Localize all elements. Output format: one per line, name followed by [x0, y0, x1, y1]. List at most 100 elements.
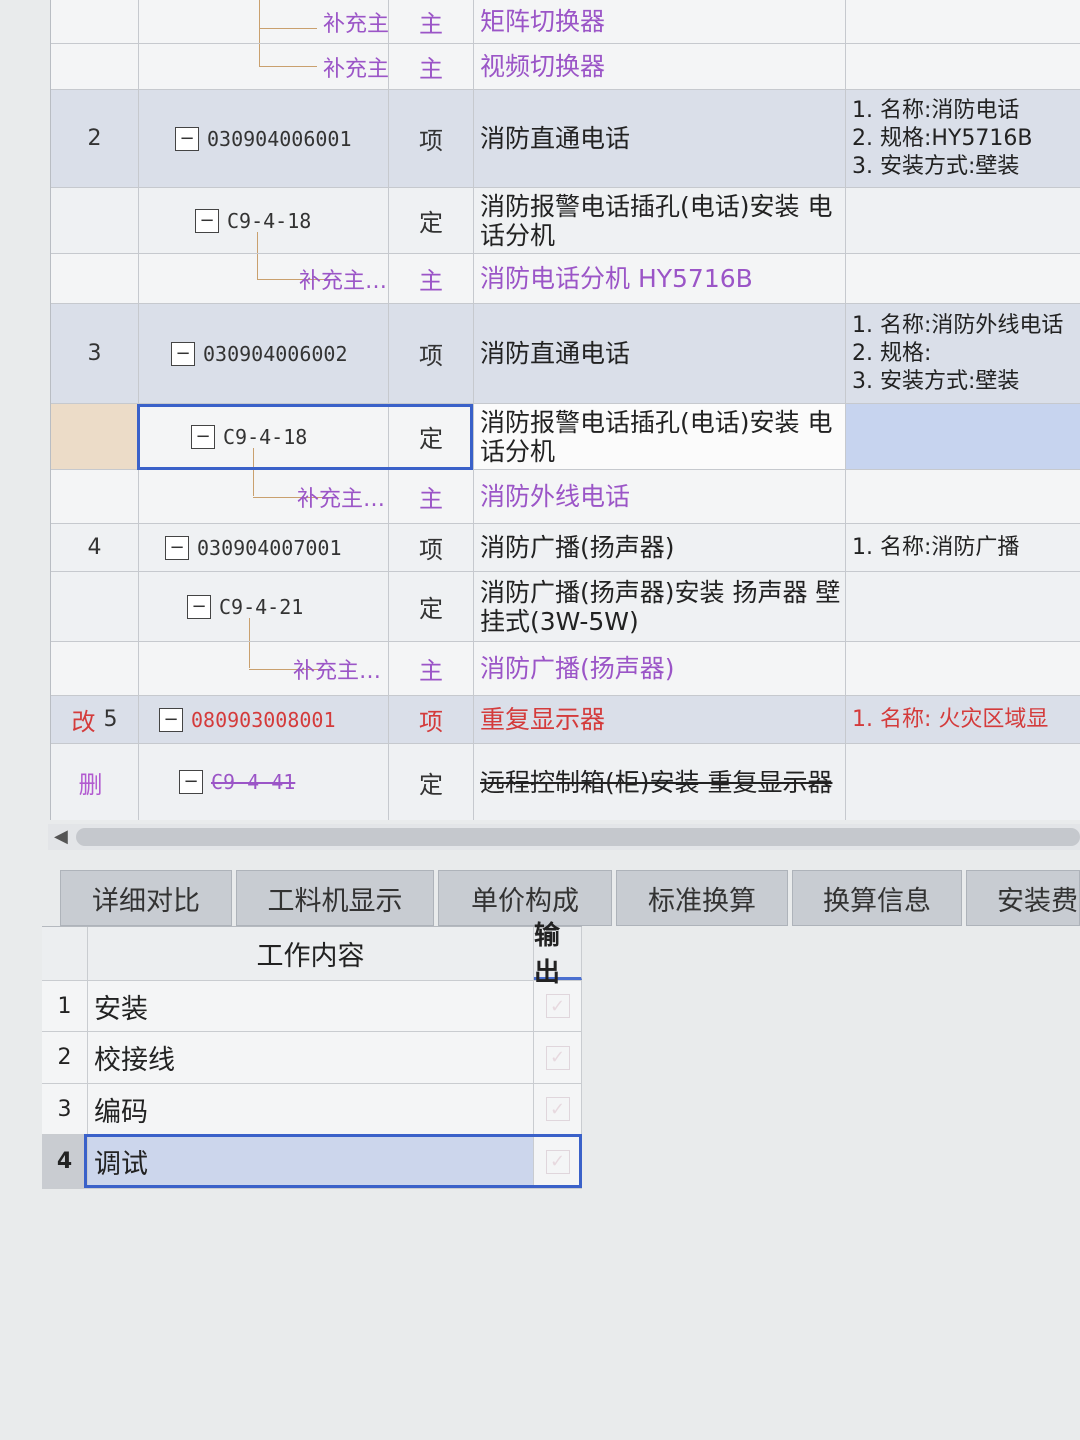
row-content: 编码: [94, 1096, 148, 1128]
grid-row-material[interactable]: 补充主… 主 消防广播(扬声器): [51, 642, 1080, 696]
collapse-icon[interactable]: −: [191, 424, 215, 449]
row-type: 主: [419, 10, 443, 38]
row-type: 主: [419, 485, 443, 513]
row-index: 1: [57, 993, 72, 1019]
row-name: 消防直通电话: [480, 124, 631, 153]
collapse-icon[interactable]: −: [179, 770, 203, 794]
table-row[interactable]: 2 校接线 ✓: [42, 1032, 582, 1084]
empty-panel-area: [582, 926, 1080, 1440]
row-name: 视频切换器: [480, 52, 606, 81]
row-type: 项: [419, 127, 443, 155]
collapse-icon[interactable]: −: [195, 208, 219, 233]
output-checkbox[interactable]: ✓: [545, 994, 570, 1018]
row-code: 补充主材0…: [323, 11, 389, 37]
row-type: 主: [419, 657, 443, 685]
row-name: 消防外线电话: [480, 482, 631, 511]
grid-row-item[interactable]: 4 − 030904007001 项 消防广播(扬声器) 1. 名称:消防广播: [51, 524, 1080, 572]
header-output: 输出: [534, 921, 561, 988]
collapse-icon[interactable]: −: [159, 707, 183, 732]
row-code: 030904007001: [197, 535, 342, 560]
grid-row-quota-deleted[interactable]: 删 − C9-4-41 定 远程控制箱(柜)安装 重复显示器: [51, 744, 1080, 820]
output-checkbox[interactable]: ✓: [545, 1045, 570, 1070]
deleted-flag: 删: [78, 770, 103, 799]
row-type: 主: [419, 267, 443, 295]
grid-row-material[interactable]: 补充主… 主 消防电话分机 HY5716B: [51, 254, 1080, 304]
output-checkbox[interactable]: ✓: [545, 1097, 570, 1121]
row-code: C9-4-18: [223, 424, 308, 449]
row-code: 030904006001: [207, 126, 352, 151]
row-code: C9-4-18: [227, 208, 312, 233]
table-row[interactable]: 1 安装 ✓: [42, 981, 582, 1032]
tab-labor-material-machine[interactable]: 工料机显示: [236, 870, 434, 926]
row-index: 2: [57, 1045, 72, 1070]
collapse-icon[interactable]: −: [171, 341, 195, 366]
scroll-left-icon[interactable]: ◀: [54, 826, 68, 847]
row-name: 消防电话分机 HY5716B: [480, 264, 753, 293]
row-name: 消防广播(扬声器): [480, 654, 675, 683]
row-type: 项: [419, 342, 443, 370]
row-type: 定: [419, 425, 443, 453]
row-type: 定: [419, 209, 443, 237]
grid-row-item[interactable]: 3 − 030904006002 项 消防直通电话 1. 名称:消防外线电话 2…: [51, 304, 1080, 404]
horizontal-scrollbar[interactable]: ◀: [48, 824, 1080, 850]
row-code: C9-4-41: [211, 770, 296, 794]
grid-row-quota[interactable]: − C9-4-21 定 消防广播(扬声器)安装 扬声器 壁挂式(3W-5W): [51, 572, 1080, 642]
grid-row-item[interactable]: 2 − 030904006001 项 消防直通电话 1. 名称:消防电话 2. …: [51, 90, 1080, 188]
header-work-content: 工作内容: [256, 941, 365, 972]
row-feature: 1. 名称:消防电话 2. 规格:HY5716B 3. 安装方式:壁装: [852, 97, 1033, 179]
row-content: 安装: [94, 993, 148, 1025]
grid-row-material[interactable]: 补充主… 主 消防外线电话: [51, 470, 1080, 524]
row-name: 消防广播(扬声器)安装 扬声器 壁挂式(3W-5W): [480, 577, 841, 636]
row-type: 定: [419, 770, 443, 799]
work-content-table: 工作内容 输出 1 安装 ✓ 2 校接线 ✓ 3 编码 ✓ 4 调试 ✓: [42, 921, 582, 1189]
row-code: 030904006002: [203, 341, 348, 366]
row-type: 项: [419, 708, 443, 736]
tab-detail-compare[interactable]: 详细对比: [60, 870, 232, 926]
tab-conversion-info[interactable]: 换算信息: [792, 870, 962, 926]
scrollbar-thumb[interactable]: [76, 828, 1080, 846]
grid-row-quota[interactable]: − C9-4-18 定 消防报警电话插孔(电话)安装 电话分机: [51, 188, 1080, 254]
bill-grid: 补充主材0… 主 矩阵切换器 补充主材0… 主 视频切换器 2 − 030904…: [50, 0, 1080, 820]
row-code: 补充主…: [293, 658, 382, 684]
grid-row-material[interactable]: 补充主材0… 主 矩阵切换器: [51, 0, 1080, 44]
tab-installation-fee[interactable]: 安装费: [966, 870, 1080, 926]
row-code: 080903008001: [191, 707, 336, 732]
collapse-icon[interactable]: −: [175, 126, 199, 151]
row-feature: 1. 名称:消防广播: [852, 534, 1020, 560]
row-name: 消防广播(扬声器): [480, 533, 675, 562]
row-name: 重复显示器: [480, 705, 606, 734]
row-name: 消防报警电话插孔(电话)安装 电话分机: [480, 191, 833, 250]
row-code: 补充主材0…: [323, 56, 389, 82]
table-row[interactable]: 3 编码 ✓: [42, 1084, 582, 1135]
row-index: 3: [57, 1096, 72, 1122]
output-checkbox[interactable]: ✓: [545, 1149, 570, 1174]
row-content: 调试: [94, 1149, 148, 1180]
grid-row-material[interactable]: 补充主材0… 主 视频切换器: [51, 44, 1080, 90]
row-number: 2: [87, 126, 102, 151]
tab-standard-conversion[interactable]: 标准换算: [616, 870, 788, 926]
row-code: 补充主…: [299, 268, 388, 294]
row-type: 主: [419, 55, 443, 83]
tab-unit-price[interactable]: 单价构成: [438, 870, 612, 926]
row-index: 4: [56, 1149, 73, 1174]
grid-row-quota-selected[interactable]: − C9-4-18 定 消防报警电话插孔(电话)安装 电话分机: [51, 404, 1080, 470]
row-name: 矩阵切换器: [480, 7, 606, 36]
row-number: 4: [87, 535, 102, 560]
row-type: 定: [419, 595, 443, 623]
modified-flag: 改: [71, 708, 96, 736]
row-code: C9-4-21: [219, 594, 304, 619]
row-feature: 1. 名称: 火灾区域显: [852, 706, 1049, 732]
row-code: 补充主…: [297, 486, 386, 512]
row-name: 远程控制箱(柜)安装 重复显示器: [480, 767, 833, 797]
table-header: 工作内容 输出: [42, 921, 582, 988]
row-number: 5: [103, 707, 118, 732]
row-number: 3: [87, 341, 102, 366]
table-row-selected[interactable]: 4 调试 ✓: [42, 1135, 582, 1189]
row-feature: 1. 名称:消防外线电话 2. 规格: 3. 安装方式:壁装: [852, 312, 1064, 394]
row-type: 项: [419, 536, 443, 564]
row-name: 消防报警电话插孔(电话)安装 电话分机: [480, 407, 833, 466]
collapse-icon[interactable]: −: [165, 535, 189, 560]
row-content: 校接线: [94, 1045, 175, 1076]
grid-row-item-modified[interactable]: 改 5 − 080903008001 项 重复显示器 1. 名称: 火灾区域显: [51, 696, 1080, 744]
collapse-icon[interactable]: −: [187, 594, 211, 619]
